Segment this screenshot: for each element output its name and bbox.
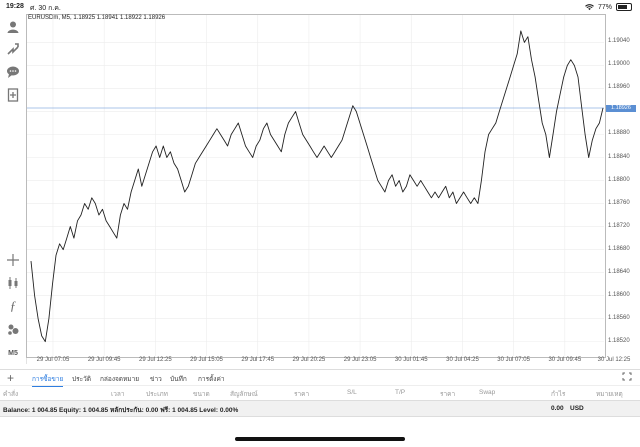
x-tick-label: 29 Jul 09:45: [87, 357, 121, 363]
col-swap: Swap: [479, 389, 496, 396]
y-tick-label: 1.18640: [608, 268, 630, 275]
current-price-tag: 1.18926: [606, 104, 636, 112]
add-icon[interactable]: +: [7, 371, 14, 385]
currency-label: USD: [570, 405, 584, 412]
tab-mailbox[interactable]: กล่องจดหมาย: [100, 374, 139, 384]
y-tick-label: 1.18720: [608, 222, 630, 229]
y-tick-label: 1.18560: [608, 314, 630, 321]
col-volume: ขนาด: [193, 391, 210, 398]
col-symbol: สัญลักษณ์: [230, 391, 258, 398]
x-tick-label: 29 Jul 15:05: [190, 357, 223, 363]
col-time: เวลา: [111, 391, 125, 398]
col-current-price: ราคา: [440, 391, 456, 398]
col-comment: หมายเหตุ: [596, 391, 623, 398]
x-tick-label: 30 Jul 07:05: [497, 357, 530, 363]
x-tick-label: 29 Jul 23:05: [343, 357, 377, 363]
y-tick-label: 1.18960: [608, 84, 630, 91]
home-indicator[interactable]: [235, 437, 405, 441]
bottom-tabs: + การซื้อขาย ประวัติ กล่องจดหมาย ข่าว บั…: [0, 369, 640, 387]
y-tick-label: 1.18760: [608, 199, 630, 206]
y-tick-label: 1.19040: [608, 38, 630, 45]
x-tick-label: 29 Jul 17:45: [241, 357, 275, 363]
col-type: ประเภท: [146, 391, 168, 398]
x-tick-label: 29 Jul 12:25: [139, 357, 172, 363]
tab-history[interactable]: ประวัติ: [72, 374, 91, 384]
x-tick-label: 29 Jul 20:25: [292, 357, 326, 363]
x-tick-label: 30 Jul 09:45: [548, 357, 582, 363]
col-sl: S/L: [347, 389, 357, 396]
y-tick-label: 1.18680: [608, 245, 630, 252]
orders-table-header: คำสั่ง เวลา ประเภท ขนาด สัญลักษณ์ ราคา S…: [0, 385, 640, 401]
collapse-icon[interactable]: [622, 372, 632, 383]
col-order: คำสั่ง: [3, 391, 19, 398]
y-tick-label: 1.18600: [608, 291, 630, 298]
y-tick-label: 1.19000: [608, 61, 630, 68]
total-profit: 0.00: [551, 405, 564, 412]
tab-journal[interactable]: บันทึก: [170, 374, 187, 384]
col-profit: กำไร: [551, 391, 566, 398]
y-tick-label: 1.18800: [608, 176, 630, 183]
tab-settings[interactable]: การตั้งค่า: [198, 374, 224, 384]
x-tick-label: 29 Jul 07:05: [36, 357, 70, 363]
y-tick-label: 1.18520: [608, 337, 630, 344]
col-price: ราคา: [294, 391, 310, 398]
price-series-line: [30, 30, 604, 343]
balance-row: Balance: 1 004.85 Equity: 1 004.85 หลักป…: [0, 401, 640, 417]
x-tick-label: 30 Jul 01:45: [394, 357, 428, 363]
x-tick-label: 30 Jul 12:25: [597, 357, 631, 363]
y-tick-label: 1.18880: [608, 130, 630, 137]
balance-summary: Balance: 1 004.85 Equity: 1 004.85 หลักป…: [3, 407, 239, 414]
col-tp: T/P: [395, 389, 406, 396]
y-tick-label: 1.18840: [608, 153, 630, 160]
tab-news[interactable]: ข่าว: [150, 374, 162, 384]
x-tick-label: 30 Jul 04:25: [446, 357, 479, 363]
